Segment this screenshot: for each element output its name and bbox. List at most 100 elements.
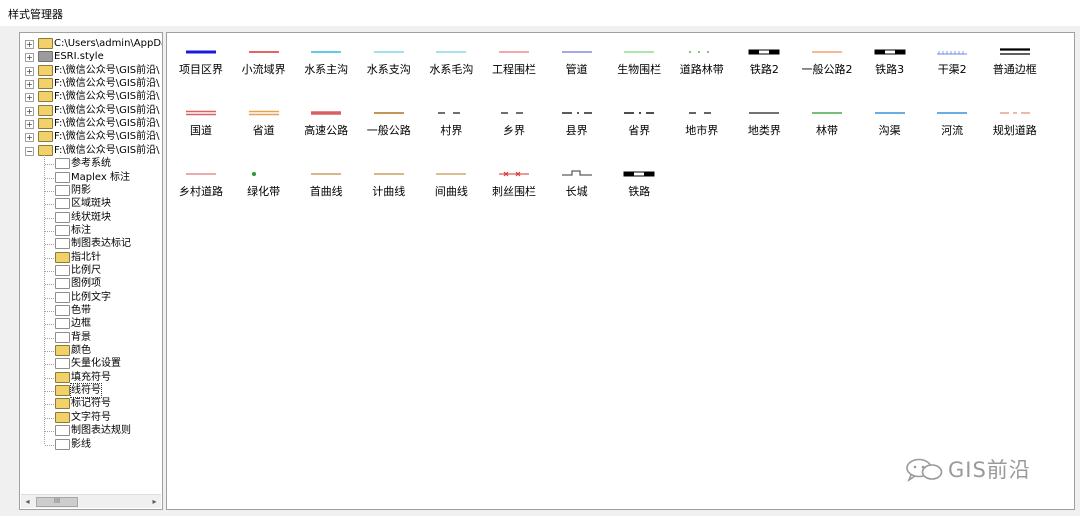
style-tree[interactable]: ◂ III ▸ + C:\Users\admin\AppData\ + ESRI.st… xyxy=(19,32,163,510)
symbol-item[interactable]: 间曲线 xyxy=(420,166,482,206)
symbol-item[interactable]: 工程围栏 xyxy=(483,44,545,84)
symbol-item[interactable]: 长城 xyxy=(546,166,608,206)
symbol-item[interactable]: 道路林带 xyxy=(671,44,733,84)
symbol-item[interactable]: 一般公路2 xyxy=(796,44,858,84)
symbol-gallery[interactable]: 项目区界 小流域界 水系主沟 水系支沟 水系毛沟 工程围栏 管道 生物围栏 道路林带 铁路2 一般公… xyxy=(166,32,1075,510)
tree-child-node[interactable]: 边框 xyxy=(20,317,162,330)
expand-icon[interactable]: + xyxy=(25,133,34,143)
symbol-item[interactable]: 普通边框 xyxy=(984,44,1046,84)
tree-child-node[interactable]: 比例文字 xyxy=(20,291,162,304)
folder-icon xyxy=(38,64,53,76)
tree-child-node[interactable]: 线状斑块 xyxy=(20,211,162,224)
symbol-item[interactable]: 高速公路 xyxy=(295,105,357,145)
symbol-item[interactable]: 沟渠 xyxy=(859,105,921,145)
symbol-item[interactable]: 河流 xyxy=(921,105,983,145)
symbol-item[interactable]: 省道 xyxy=(233,105,295,145)
symbol-item[interactable]: 干渠2 xyxy=(921,44,983,84)
tree-node-label: 文字符号 xyxy=(71,411,111,423)
symbol-item[interactable]: 刺丝围栏 xyxy=(483,166,545,206)
symbol-item[interactable]: 乡界 xyxy=(483,105,545,145)
white-folder-icon xyxy=(55,291,70,303)
symbol-item[interactable]: 生物围栏 xyxy=(608,44,670,84)
symbol-item[interactable]: 铁路2 xyxy=(733,44,795,84)
tree-child-node[interactable]: 比例尺 xyxy=(20,264,162,277)
symbol-label: 管道 xyxy=(565,63,588,76)
symbol-label: 高速公路 xyxy=(304,124,349,137)
symbol-item[interactable]: 地市界 xyxy=(671,105,733,145)
symbol-item[interactable]: 小流域界 xyxy=(233,44,295,84)
tree-child-node[interactable]: 标注 xyxy=(20,224,162,237)
wall-icon-icon xyxy=(561,170,592,176)
tree-root-node[interactable]: + F:\微信公众号\GIS前沿\ xyxy=(20,77,162,90)
tree-child-node[interactable]: 填充符号 xyxy=(20,371,162,384)
expand-icon[interactable]: + xyxy=(25,53,34,63)
symbol-item[interactable]: 省界 xyxy=(608,105,670,145)
expand-icon[interactable]: + xyxy=(25,120,34,130)
expand-icon[interactable]: + xyxy=(25,80,34,90)
tree-child-node[interactable]: 阴影 xyxy=(20,184,162,197)
symbol-item[interactable]: 水系毛沟 xyxy=(420,44,482,84)
tree-child-node[interactable]: Maplex 标注 xyxy=(20,171,162,184)
symbol-item[interactable]: 乡村道路 xyxy=(170,166,232,206)
symbol-item[interactable]: 一般公路 xyxy=(358,105,420,145)
symbol-item[interactable]: 林带 xyxy=(796,105,858,145)
railway-icon-icon xyxy=(874,49,906,55)
tree-node-label: 比例文字 xyxy=(71,291,111,303)
symbol-item[interactable]: 规划道路 xyxy=(984,105,1046,145)
tree-child-node[interactable]: 文字符号 xyxy=(20,411,162,424)
expand-icon[interactable]: + xyxy=(25,40,34,49)
tree-child-node[interactable]: 标记符号 xyxy=(20,397,162,410)
tree-root-node[interactable]: + ESRI.style xyxy=(20,50,162,63)
tree-root-node[interactable]: + F:\微信公众号\GIS前沿\ xyxy=(20,104,162,117)
collapse-icon[interactable]: − xyxy=(25,146,34,156)
tree-child-node[interactable]: 色带 xyxy=(20,304,162,317)
tree-root-node[interactable]: + F:\微信公众号\GIS前沿\ xyxy=(20,90,162,103)
tree-child-node[interactable]: 区域斑块 xyxy=(20,197,162,210)
symbol-label: 县界 xyxy=(565,124,588,137)
tree-child-node[interactable]: 颜色 xyxy=(20,344,162,357)
symbol-item[interactable]: 村界 xyxy=(420,105,482,145)
window-title-bar: 样式管理器 xyxy=(0,0,1080,26)
tree-root-node[interactable]: + F:\微信公众号\GIS前沿\ xyxy=(20,117,162,130)
expand-icon[interactable]: + xyxy=(25,66,34,76)
tree-root-node[interactable]: − F:\微信公众号\GIS前沿\ xyxy=(20,144,162,157)
symbol-label: 道路林带 xyxy=(679,63,724,76)
symbol-item[interactable]: 首曲线 xyxy=(295,166,357,206)
scroll-left-icon[interactable]: ◂ xyxy=(21,495,34,508)
tree-child-node[interactable]: 矢量化设置 xyxy=(20,357,162,370)
tree-child-node[interactable]: 参考系统 xyxy=(20,157,162,170)
symbol-item[interactable]: 铁路3 xyxy=(859,44,921,84)
scroll-right-icon[interactable]: ▸ xyxy=(148,495,161,508)
tree-child-node[interactable]: 指北针 xyxy=(20,251,162,264)
tree-root-node[interactable]: + F:\微信公众号\GIS前沿\ xyxy=(20,130,162,143)
white-folder-icon xyxy=(55,211,70,223)
symbol-label: 水系主沟 xyxy=(304,63,349,76)
scroll-thumb[interactable]: III xyxy=(36,497,78,507)
tree-child-node[interactable]: 线符号 xyxy=(20,383,162,399)
symbol-item[interactable]: 项目区界 xyxy=(170,44,232,84)
tree-child-node[interactable]: 背景 xyxy=(20,331,162,344)
tree-horizontal-scrollbar[interactable]: ◂ III ▸ xyxy=(21,494,161,508)
tree-root-node[interactable]: + F:\微信公众号\GIS前沿\ xyxy=(20,64,162,77)
tree-child-node[interactable]: 影线 xyxy=(20,438,162,451)
expand-icon[interactable]: + xyxy=(25,106,34,116)
tree-node-label: 背景 xyxy=(71,331,91,343)
tree-child-node[interactable]: 制图表达标记 xyxy=(20,237,162,250)
symbol-label: 地市界 xyxy=(685,124,719,137)
tree-child-node[interactable]: 图例项 xyxy=(20,277,162,290)
symbol-item[interactable]: 铁路 xyxy=(608,166,670,206)
tree-root-node[interactable]: + C:\Users\admin\AppData\ xyxy=(20,37,162,50)
expand-icon[interactable]: + xyxy=(25,93,34,103)
tree-child-node[interactable]: 制图表达规则 xyxy=(20,424,162,437)
symbol-item[interactable]: 管道 xyxy=(546,44,608,84)
symbol-item[interactable]: 地类界 xyxy=(733,105,795,145)
symbol-item[interactable]: 国道 xyxy=(170,105,232,145)
symbol-item[interactable]: 计曲线 xyxy=(358,166,420,206)
tree-node-label: F:\微信公众号\GIS前沿\ xyxy=(54,144,160,156)
dash-black-icon xyxy=(501,112,523,114)
symbol-item[interactable]: 水系支沟 xyxy=(358,44,420,84)
symbol-item[interactable]: 县界 xyxy=(546,105,608,145)
symbol-label: 生物围栏 xyxy=(617,63,662,76)
symbol-item[interactable]: 绿化带 xyxy=(233,166,295,206)
symbol-item[interactable]: 水系主沟 xyxy=(295,44,357,84)
